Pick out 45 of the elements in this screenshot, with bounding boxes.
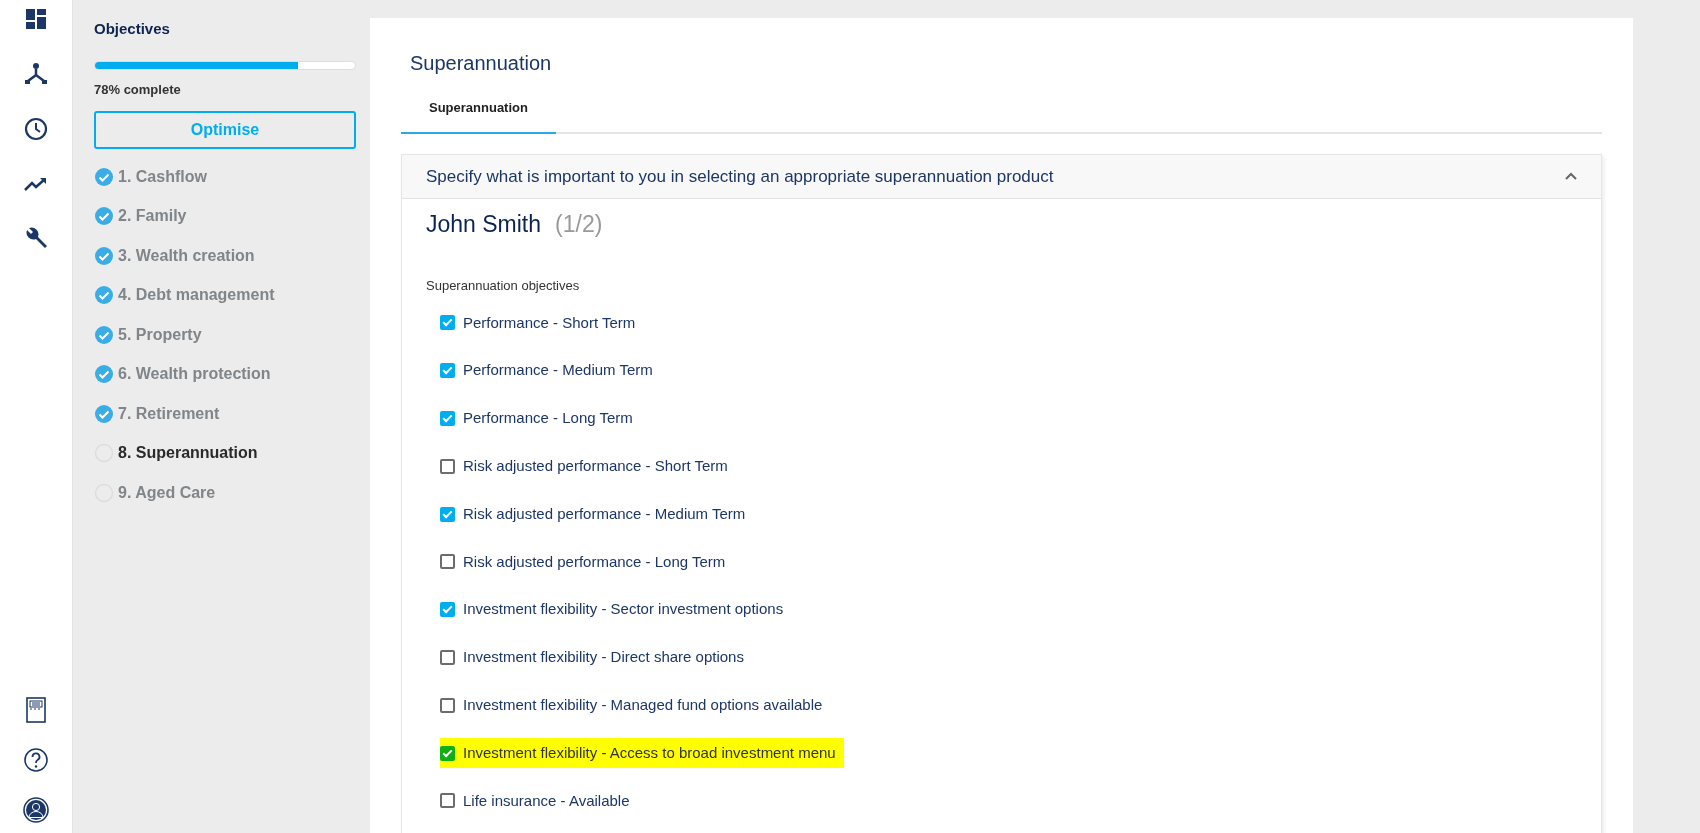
check-circle-icon	[94, 324, 114, 345]
checkbox[interactable]	[440, 602, 455, 618]
clock-icon[interactable]	[23, 116, 49, 142]
checkbox[interactable]	[440, 649, 455, 665]
check-circle-icon	[94, 166, 114, 187]
checkbox[interactable]	[440, 697, 455, 713]
check-circle-icon	[94, 403, 114, 424]
check-circle-icon	[94, 364, 114, 385]
checkbox[interactable]	[440, 506, 455, 522]
calculator-icon[interactable]	[23, 697, 49, 723]
progress-label: 78% complete	[94, 80, 182, 99]
chevron-up-icon	[1565, 172, 1577, 181]
checkbox[interactable]	[440, 363, 455, 379]
sidebar-title: Objectives	[94, 19, 171, 39]
accordion-header[interactable]: Specify what is important to you in selecting an appropriate superannuation product	[402, 154, 1601, 199]
check-circle-icon	[94, 285, 114, 306]
checkbox[interactable]	[440, 793, 455, 809]
user-avatar-icon[interactable]	[23, 797, 49, 823]
checkbox-label[interactable]: Investment flexibility - Direct share options	[440, 642, 752, 673]
step-link[interactable]: 8. Superannuation	[94, 433, 356, 473]
checkbox[interactable]	[440, 315, 455, 331]
checkbox[interactable]	[440, 411, 455, 426]
dashboard-icon[interactable]	[23, 6, 49, 32]
tab[interactable]: Superannuation	[401, 90, 556, 134]
check-circle-icon	[94, 245, 114, 266]
network-icon[interactable]	[23, 61, 49, 87]
checkbox-label[interactable]: Investment flexibility - Sector investment options	[440, 594, 792, 625]
checkbox-label[interactable]: Risk adjusted performance - Short Term	[440, 451, 736, 482]
person-name: John Smith	[426, 211, 542, 237]
checkbox[interactable]	[440, 745, 455, 761]
checkbox-label[interactable]: Performance - Short Term	[440, 307, 644, 339]
page-title: Superannuation	[409, 51, 553, 76]
checkbox[interactable]	[440, 458, 455, 474]
highlighted-checkbox-label[interactable]: Investment flexibility - Access to broad investment menu	[440, 737, 844, 769]
group-label: Superannuation objectives	[426, 276, 581, 295]
check-circle-icon	[94, 206, 114, 227]
checkbox-label[interactable]: Performance - Long Term	[440, 403, 641, 434]
person-counter: (1/2)	[555, 211, 603, 237]
checkbox-label[interactable]: Life insurance - Available	[440, 785, 638, 817]
checkbox-label[interactable]: Risk adjusted performance - Medium Term	[440, 498, 754, 530]
checkbox-label[interactable]: Investment flexibility - Managed fund options available	[440, 690, 831, 721]
checkbox[interactable]	[440, 554, 455, 570]
checkbox-label[interactable]: Risk adjusted performance - Long Term	[440, 546, 734, 578]
checkbox-label[interactable]: Performance - Medium Term	[440, 355, 661, 386]
help-icon[interactable]	[23, 747, 49, 773]
